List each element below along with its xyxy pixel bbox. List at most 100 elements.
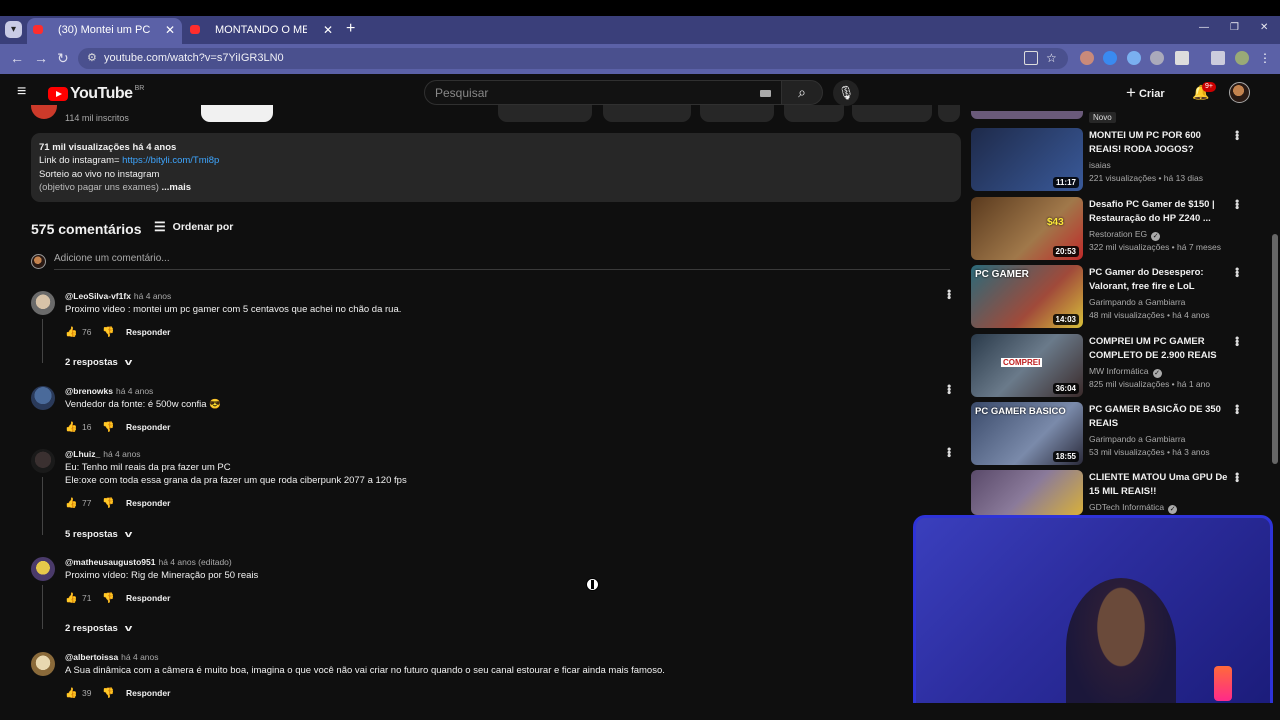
- video-channel[interactable]: Garimpando a Gambiarra: [1089, 434, 1185, 444]
- instagram-link[interactable]: https://bityli.com/Tmi8p: [122, 155, 219, 166]
- reading-list-icon[interactable]: [1211, 51, 1225, 65]
- video-menu-icon[interactable]: •••: [1230, 336, 1244, 346]
- like-icon[interactable]: 👍: [65, 422, 79, 433]
- replies-toggle[interactable]: 2 respostas v: [65, 623, 132, 634]
- comment-user[interactable]: @matheusaugusto951: [65, 557, 155, 567]
- like-icon[interactable]: 👍: [65, 327, 79, 338]
- tab-video[interactable]: (30) Montei um PC Gamer básico ✕: [27, 18, 182, 44]
- like-icon[interactable]: 👍: [65, 688, 79, 699]
- reply-button[interactable]: Responder: [126, 688, 170, 698]
- comment-time[interactable]: há 4 anos: [116, 386, 153, 396]
- video-channel[interactable]: Garimpando a Gambiarra: [1089, 297, 1185, 307]
- commenter-avatar[interactable]: [31, 386, 55, 410]
- extension-icon[interactable]: [1127, 51, 1141, 65]
- reload-icon[interactable]: ↻: [57, 50, 69, 67]
- video-title[interactable]: Desafio PC Gamer de $150 | Restauração d…: [1089, 198, 1229, 225]
- video-menu-icon[interactable]: •••: [1230, 267, 1244, 277]
- video-title[interactable]: COMPREI UM PC GAMER COMPLETO DE 2.900 RE…: [1089, 335, 1229, 363]
- extension-icon[interactable]: [1103, 51, 1117, 65]
- reply-button[interactable]: Responder: [126, 327, 170, 337]
- comment-user[interactable]: @brenowks: [65, 386, 113, 396]
- replies-toggle[interactable]: 2 respostas v: [65, 357, 132, 368]
- video-title[interactable]: CLIENTE MATOU Uma GPU De 15 MIL REAIS!!: [1089, 471, 1229, 498]
- comment-time[interactable]: há 4 anos: [121, 652, 158, 662]
- video-thumbnail[interactable]: [971, 470, 1083, 515]
- video-channel[interactable]: Restoration EG ✓: [1089, 229, 1161, 241]
- description-box[interactable]: 71 mil visualizações há 4 anos Link do i…: [31, 133, 961, 202]
- comment-user[interactable]: @LeoSilva-vf1fx: [65, 291, 131, 301]
- minimize-icon[interactable]: —: [1199, 22, 1209, 33]
- reply-button[interactable]: Responder: [126, 593, 170, 603]
- forward-icon[interactable]: →: [34, 50, 48, 66]
- share-button[interactable]: [603, 105, 691, 122]
- dislike-icon[interactable]: 👎: [102, 422, 126, 433]
- close-tab-icon[interactable]: ✕: [323, 18, 333, 42]
- back-icon[interactable]: ←: [10, 50, 24, 66]
- video-title[interactable]: MONTEI UM PC POR 600 REAIS! RODA JOGOS? …: [1089, 129, 1229, 157]
- like-dislike-button[interactable]: [498, 105, 592, 122]
- youtube-logo[interactable]: YouTube BR: [48, 85, 144, 103]
- video-channel[interactable]: MW Informática ✓: [1089, 366, 1162, 378]
- video-channel[interactable]: GDTech Informática ✓: [1089, 502, 1178, 514]
- commenter-avatar[interactable]: [31, 557, 55, 581]
- video-thumbnail[interactable]: 11:17: [971, 128, 1083, 191]
- video-menu-icon[interactable]: •••: [1230, 199, 1244, 209]
- hamburger-menu-icon[interactable]: ≡: [17, 84, 31, 100]
- dislike-icon[interactable]: 👎: [102, 593, 126, 604]
- close-tab-icon[interactable]: ✕: [165, 18, 175, 42]
- site-info-icon[interactable]: ⚙: [87, 51, 97, 64]
- comment-user[interactable]: @albertoissa: [65, 652, 118, 662]
- dislike-icon[interactable]: 👎: [102, 688, 126, 699]
- tab-other-video[interactable]: MONTANDO O MELHOR E MAIS ✕: [184, 18, 340, 44]
- video-menu-icon[interactable]: •••: [1230, 472, 1244, 482]
- subscribe-button[interactable]: [201, 105, 273, 122]
- download-button[interactable]: [852, 105, 932, 122]
- video-menu-icon[interactable]: •••: [1230, 130, 1244, 140]
- commenter-avatar[interactable]: [31, 449, 55, 473]
- video-title[interactable]: PC GAMER BASICÃO DE 350 REAIS: [1089, 403, 1229, 430]
- video-menu-icon[interactable]: •••: [1230, 404, 1244, 414]
- search-button[interactable]: ⌕: [781, 80, 823, 105]
- add-comment-input[interactable]: Adicione um comentário...: [54, 253, 950, 270]
- channel-avatar[interactable]: [31, 105, 57, 119]
- video-title[interactable]: PC Gamer do Desespero: Valorant, free fi…: [1089, 266, 1229, 293]
- browser-menu-icon[interactable]: ⋮: [1259, 51, 1273, 65]
- commenter-avatar[interactable]: [31, 652, 55, 676]
- video-thumbnail[interactable]: $43 20:53: [971, 197, 1083, 260]
- extension-icon[interactable]: [1080, 51, 1094, 65]
- comment-time[interactable]: há 4 anos: [134, 291, 171, 301]
- reply-button[interactable]: Responder: [126, 422, 170, 432]
- reply-button[interactable]: Responder: [126, 498, 170, 508]
- comment-time[interactable]: há 4 anos (editado): [158, 557, 231, 567]
- commenter-avatar[interactable]: [31, 291, 55, 315]
- extensions-puzzle-icon[interactable]: [1175, 51, 1189, 65]
- dislike-icon[interactable]: 👎: [102, 327, 126, 338]
- search-input[interactable]: Pesquisar: [424, 80, 782, 105]
- like-icon[interactable]: 👍: [65, 498, 79, 509]
- scrollbar-thumb[interactable]: [1272, 234, 1278, 464]
- bookmark-star-icon[interactable]: ☆: [1046, 51, 1060, 65]
- keyboard-icon[interactable]: [760, 90, 771, 97]
- close-window-icon[interactable]: ✕: [1260, 22, 1268, 33]
- more-link[interactable]: ...mais: [162, 182, 192, 193]
- sort-button[interactable]: ☰ Ordenar por: [154, 219, 233, 235]
- video-thumbnail[interactable]: [971, 111, 1083, 119]
- dislike-icon[interactable]: 👎: [102, 498, 126, 509]
- account-avatar[interactable]: [1229, 82, 1250, 103]
- comment-menu-icon[interactable]: •••: [942, 447, 956, 457]
- maximize-icon[interactable]: ❐: [1230, 22, 1239, 33]
- profile-icon[interactable]: [1235, 51, 1249, 65]
- omnibox[interactable]: ⚙ youtube.com/watch?v=s7YiIGR3LN0: [78, 48, 1068, 69]
- comment-time[interactable]: há 4 anos: [103, 449, 140, 459]
- create-button[interactable]: + Criar: [1126, 82, 1165, 102]
- ask-button[interactable]: [700, 105, 774, 122]
- new-tab-button[interactable]: +: [346, 20, 355, 38]
- save-button[interactable]: [784, 105, 844, 122]
- more-actions-button[interactable]: [938, 105, 960, 122]
- install-app-icon[interactable]: [1024, 51, 1038, 65]
- video-thumbnail[interactable]: COMPREI 36:04: [971, 334, 1083, 397]
- comment-user[interactable]: @Lhuiz_: [65, 449, 100, 459]
- comment-menu-icon[interactable]: •••: [942, 289, 956, 299]
- video-thumbnail[interactable]: PC GAMER BASICO 18:55: [971, 402, 1083, 465]
- tab-search-button[interactable]: ▾: [5, 21, 22, 38]
